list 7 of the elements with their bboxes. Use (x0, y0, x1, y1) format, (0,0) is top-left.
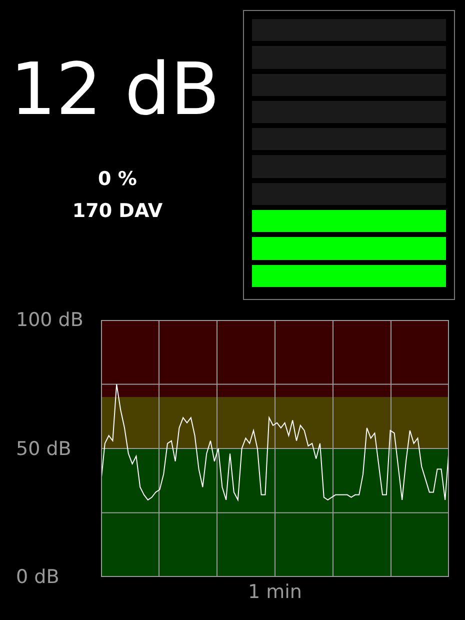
y-axis-label: 0 dB (16, 566, 60, 588)
stat-text: 0 % (98, 167, 137, 191)
y-axis-label: 100 dB (16, 309, 84, 331)
stat-text: 170 DAV (72, 199, 163, 223)
sound-level-reading: 12 dB (10, 53, 220, 125)
x-axis-label: 1 min (248, 581, 302, 603)
y-axis-label: 50 dB (16, 438, 72, 460)
